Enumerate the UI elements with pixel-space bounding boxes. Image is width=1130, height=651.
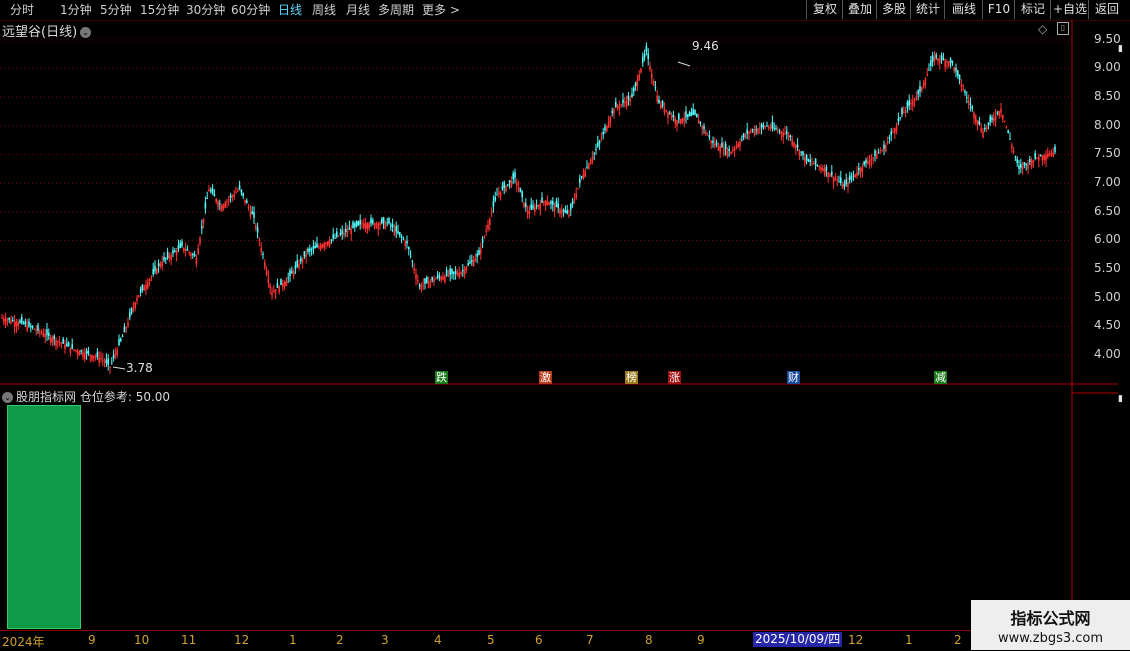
diamond-icon[interactable]: ◇ [1038,22,1047,36]
price-tick: 7.00 [1094,175,1121,189]
date-tick: 10 [134,633,150,647]
date-tick: 12 [848,633,864,647]
tab-daily[interactable]: 日线 [278,2,302,18]
price-tick: 5.50 [1094,261,1121,275]
price-tick: 8.50 [1094,89,1121,103]
restore-rights-button[interactable]: 复权 [806,0,843,19]
price-tick: 7.50 [1094,146,1121,160]
date-tick: 1 [905,633,913,647]
high-price-label: 9.46 [692,39,719,53]
position-reference-value: 仓位参考: 50.00 [79,390,171,404]
indicator-title[interactable]: ⌄ 股朋指标网 仓位参考: 50.00 [2,388,170,405]
watermark-title: 指标公式网 [1010,609,1091,628]
event-marker-drop[interactable]: 跌 [435,371,448,384]
event-marker-list[interactable]: 榜 [625,371,638,384]
tab-60min[interactable]: 60分钟 [231,2,270,18]
date-tick: 2 [954,633,962,647]
chevron-down-icon[interactable]: ⌄ [80,27,92,38]
tab-5min[interactable]: 5分钟 [100,2,132,18]
event-marker-rise[interactable]: 涨 [668,371,681,384]
date-tick: 7 [586,633,594,647]
mark-button[interactable]: 标记 [1014,0,1051,19]
price-tick: 6.50 [1094,204,1121,218]
tab-fenshi[interactable]: 分时 [10,2,34,18]
chart-frame [0,20,1118,630]
add-watchlist-button[interactable]: +自选 [1050,0,1089,19]
date-tick: 8 [645,633,653,647]
price-tick: 8.00 [1094,118,1121,132]
period-toolbar: 分时 1分钟 5分钟 15分钟 30分钟 60分钟 日线 周线 月线 多周期 更… [0,0,1130,21]
stock-name: 远望谷(日线) [2,25,78,40]
statistics-button[interactable]: 统计 [910,0,945,19]
date-tick: 9 [697,633,705,647]
right-side-panel: ▮ ▮ [1118,20,1130,630]
f10-button[interactable]: F10 [982,0,1015,19]
price-tick: 4.50 [1094,318,1121,332]
more-label: 更多 [422,3,447,17]
price-tick: 9.00 [1094,60,1121,74]
low-pointer [112,366,126,370]
draw-line-button[interactable]: 画线 [944,0,983,19]
low-price-label: 3.78 [126,361,153,375]
event-marker-reduce[interactable]: 减 [934,371,947,384]
crosshair-date-label: 2025/10/09/四 [753,632,843,647]
event-marker-finance[interactable]: 财 [787,371,800,384]
price-tick: 9.50 [1094,32,1121,46]
side-tab-marker[interactable]: ▮ [1118,394,1130,404]
date-tick: 1 [289,633,297,647]
date-tick: 4 [434,633,442,647]
price-grid [0,39,1072,356]
chevron-right-icon: > [446,3,460,17]
date-tick: 11 [181,633,197,647]
site-watermark: 指标公式网 www.zbgs3.com [971,600,1130,650]
side-tab-marker[interactable]: ▮ [1118,44,1130,54]
event-marker-surge[interactable]: 激 [539,371,552,384]
indicator-name: 股朋指标网 [16,390,77,404]
tab-more[interactable]: 更多 > [422,2,460,18]
high-pointer [677,61,691,67]
date-tick: 3 [381,633,389,647]
kline-chart[interactable] [0,20,1130,630]
tab-multi-period[interactable]: 多周期 [378,2,414,18]
date-tick: 2024年 [2,635,45,649]
stock-title[interactable]: 远望谷(日线) ⌄ [2,21,92,40]
position-bar [7,405,81,629]
tab-30min[interactable]: 30分钟 [186,2,225,18]
tab-monthly[interactable]: 月线 [346,2,370,18]
price-tick: 6.00 [1094,232,1121,246]
candlestick-series [1,42,1056,375]
tab-1min[interactable]: 1分钟 [60,2,92,18]
overlay-button[interactable]: 叠加 [842,0,877,19]
date-tick: 5 [487,633,495,647]
price-tick: 4.00 [1094,347,1121,361]
watermark-url: www.zbgs3.com [997,631,1104,646]
window-icon[interactable]: ▯ [1057,22,1069,35]
price-tick: 5.00 [1094,290,1121,304]
date-tick: 12 [234,633,250,647]
back-button[interactable]: 返回 [1088,0,1125,19]
date-tick: 9 [88,633,96,647]
multi-stock-button[interactable]: 多股 [876,0,911,19]
date-tick: 2 [336,633,344,647]
tab-weekly[interactable]: 周线 [312,2,336,18]
date-tick: 6 [535,633,543,647]
tab-15min[interactable]: 15分钟 [140,2,179,18]
chevron-down-icon[interactable]: ⌄ [2,392,13,403]
date-axis: 2024年 9 10 11 12 1 2 3 4 5 6 7 8 9 2025/… [0,630,1072,651]
